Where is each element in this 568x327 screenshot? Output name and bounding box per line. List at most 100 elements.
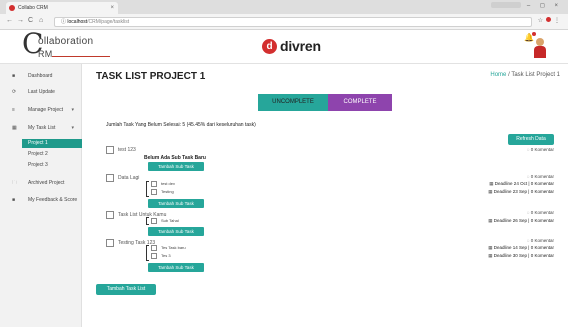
sidebar-item-label: Dashboard (28, 73, 53, 79)
sidebar-sub-project-2[interactable]: Project 2 (22, 150, 82, 159)
sidebar-item-label: Last Update (28, 89, 55, 95)
window-buttons[interactable]: – ◻ × (527, 3, 562, 9)
subtask-name: Testing (161, 189, 174, 194)
task-name[interactable]: Testing Task 123 (118, 240, 155, 246)
breadcrumb-current: Task List Project 1 (511, 72, 560, 78)
sidebar-item-my-task-list[interactable]: ▦ My Task List ▾ (0, 122, 82, 134)
sidebar-item-last-update[interactable]: ⟳ Last Update (0, 86, 82, 98)
brand-name: divren (280, 38, 321, 54)
subtask-bracket (146, 181, 149, 197)
divren-logo-icon: d (262, 39, 277, 54)
subtask-checkbox[interactable] (151, 189, 157, 195)
main-content: TASK LIST PROJECT 1 Home / Task List Pro… (82, 64, 568, 327)
comment-count-label: 0 Komentar (530, 238, 554, 243)
deadline-label: Deadline 23 Sep | 0 Komentar (493, 189, 554, 194)
subtask-checkbox[interactable] (151, 245, 157, 251)
comment-count-label: 0 Komentar (530, 210, 554, 215)
logo-top-text: ollaboration (38, 36, 94, 47)
comment-count-label: 0 Komentar (530, 174, 554, 179)
favicon-icon (9, 5, 15, 11)
window-controls: – ◻ × (490, 2, 562, 9)
task-comment-count[interactable]: ◌ 0 Komentar (527, 210, 554, 215)
comment-count-label: 0 Komentar (530, 147, 554, 152)
add-task-list-button[interactable]: Tambah Task List (96, 284, 156, 295)
home-icon[interactable]: ⌂ (39, 17, 43, 24)
page-title: TASK LIST PROJECT 1 (96, 71, 206, 82)
refresh-data-button[interactable]: Refresh Data (508, 134, 554, 145)
sidebar-sub-project-3[interactable]: Project 3 (22, 161, 82, 170)
reload-icon[interactable]: C (28, 17, 33, 24)
profile-chip[interactable] (490, 2, 521, 9)
subtask-deadline: ▦ Deadline 24 Oct | 0 Komentar (489, 181, 554, 187)
notification-dot (532, 32, 536, 36)
sidebar-item-label: Archived Project (28, 180, 65, 186)
complete-tab[interactable]: COMPLETE (328, 94, 392, 111)
tab-close-icon[interactable]: × (110, 2, 114, 14)
subtask-name: Tes Task baru (161, 245, 186, 250)
subtask-item: Sub Tahal (151, 218, 191, 225)
sidebar-item-manage-project[interactable]: ≡ Manage Project ▾ (0, 104, 82, 116)
deadline-label: Deadline 14 Sep | 0 Komentar (493, 245, 554, 250)
task-comment-count[interactable]: ◌ 0 Komentar (527, 238, 554, 243)
subtask-deadline: ▦ Deadline 26 Sep | 0 Komentar (488, 218, 554, 224)
deadline-label: Deadline 26 Sep | 0 Komentar (493, 218, 554, 223)
no-subtask-label: Belum Ada Sub Task Baru (144, 155, 206, 161)
task-comment-count[interactable]: ◌ 0 Komentar (527, 174, 554, 179)
sidebar-item-label: My Task List (28, 125, 56, 131)
deadline-label: Deadline 30 Sep | 0 Komentar (493, 253, 554, 258)
chevron-down-icon: ▾ (71, 125, 74, 131)
status-toggle: UNCOMPLETE COMPLETE (258, 94, 392, 111)
score-icon: ■ (12, 197, 16, 203)
subtask-deadline: ▦ Deadline 14 Sep | 0 Komentar (488, 245, 554, 251)
avatar[interactable] (532, 38, 548, 58)
forward-icon[interactable]: → (17, 17, 24, 24)
subtask-item: test dev (151, 181, 191, 188)
browser-tab[interactable]: Collabo CRM × (6, 2, 118, 14)
uncomplete-tab[interactable]: UNCOMPLETE (258, 94, 328, 111)
subtask-checkbox[interactable] (151, 218, 157, 224)
subtask-checkbox[interactable] (151, 181, 157, 187)
browser-window: Collabo CRM × – ◻ × ← → C ⌂ ⓘ localhost/… (0, 0, 568, 327)
task-checkbox[interactable] (106, 239, 114, 247)
subtask-checkbox[interactable] (151, 253, 157, 259)
url-info-icon: ⓘ (61, 19, 67, 25)
subtask-item: Tes 3 (151, 253, 191, 260)
tab-bar: Collabo CRM × – ◻ × (0, 0, 568, 14)
subtask-item: Tes Task baru (151, 245, 191, 252)
star-icon[interactable]: ☆ (538, 18, 543, 24)
add-subtask-button[interactable]: Tambah Sub Task (148, 199, 204, 208)
dashboard-icon: ■ (12, 73, 16, 79)
task-name[interactable]: test 123 (118, 147, 136, 153)
task-comment-count[interactable]: ◌ 0 Komentar (527, 147, 554, 152)
refresh-icon: ⟳ (12, 89, 17, 95)
app-header: C ollaboration RM d divren 🔔 (0, 29, 568, 64)
task-name[interactable]: Data Lagi (118, 175, 139, 181)
collaboration-crm-logo[interactable]: C ollaboration RM (22, 29, 112, 62)
folder-icon: 🗀 (12, 180, 18, 186)
tab-title: Collabo CRM (18, 5, 48, 11)
subtask-bracket (146, 217, 149, 225)
back-icon[interactable]: ← (6, 17, 13, 24)
breadcrumb-home-link[interactable]: Home (490, 72, 506, 78)
url-path: /CRM/page/tasklist (87, 19, 130, 25)
subtask-name: Sub Tahal (161, 218, 179, 223)
chevron-down-icon: ▾ (71, 107, 74, 113)
task-checkbox[interactable] (106, 174, 114, 182)
extension-icon[interactable] (546, 17, 551, 22)
sidebar-sub-project-1[interactable]: Project 1 (22, 139, 82, 148)
task-summary: Jumlah Task Yang Belum Selesai: 5 (45.45… (106, 122, 256, 128)
address-bar-actions: ☆ ⋮ (538, 17, 560, 24)
subtask-deadline: ▦ Deadline 30 Sep | 0 Komentar (488, 253, 554, 259)
url-host: localhost (67, 19, 88, 25)
sidebar-item-dashboard[interactable]: ■ Dashboard (0, 70, 82, 82)
sidebar-item-archived-project[interactable]: 🗀 Archived Project (0, 177, 82, 189)
menu-icon[interactable]: ⋮ (554, 18, 560, 24)
add-subtask-button[interactable]: Tambah Sub Task (148, 227, 204, 236)
add-subtask-button[interactable]: Tambah Sub Task (148, 263, 204, 272)
task-checkbox[interactable] (106, 211, 114, 219)
subtask-item: Testing (151, 189, 191, 196)
sidebar-item-feedback-score[interactable]: ■ My Feedback & Score (0, 194, 82, 206)
url-input[interactable]: ⓘ localhost/CRM/page/tasklist (54, 17, 532, 27)
add-subtask-button[interactable]: Tambah Sub Task (148, 162, 204, 171)
task-checkbox[interactable] (106, 146, 114, 154)
